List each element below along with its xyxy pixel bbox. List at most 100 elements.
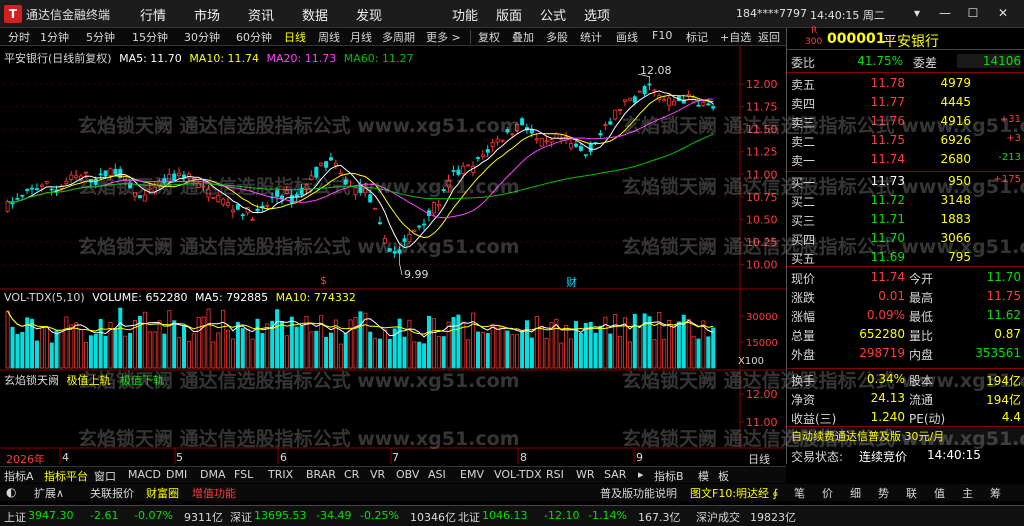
promo-banner[interactable]: 自动续费通达信普及版 30元/月: [787, 428, 1024, 445]
ask-price[interactable]: 11.75: [843, 133, 905, 147]
menu-shichang[interactable]: 市场: [194, 5, 220, 24]
tb-multi-stock[interactable]: 多股: [544, 29, 570, 45]
tb-f10[interactable]: F10: [650, 29, 674, 42]
tb-mark[interactable]: 标记: [684, 29, 710, 45]
tb-draw[interactable]: 画线: [614, 29, 640, 45]
dropdown-icon[interactable]: ▾: [908, 4, 926, 22]
tb-multi-period[interactable]: 多周期: [380, 29, 417, 45]
quote-panel-tab[interactable]: 价: [822, 485, 833, 501]
tb-15min[interactable]: 15分钟: [130, 29, 170, 45]
quote-panel-tab[interactable]: 筹: [990, 485, 1001, 501]
indicator-tab[interactable]: BRAR: [306, 468, 336, 481]
close-icon[interactable]: ✕: [994, 4, 1012, 22]
quote-panel-tab[interactable]: 细: [850, 485, 861, 501]
stock-header: R 300 000001 平安银行: [787, 26, 1024, 51]
subtab-expand[interactable]: 扩展∧: [34, 485, 64, 501]
tb-overlay[interactable]: 叠加: [510, 29, 536, 45]
menu-gongneng[interactable]: 功能: [452, 5, 478, 24]
indicator-tab[interactable]: 模: [698, 468, 709, 484]
quote-panel-tab[interactable]: 主: [962, 485, 973, 501]
tb-fuquan[interactable]: 复权: [476, 29, 502, 45]
notice-link[interactable]: 普及版功能说明: [600, 485, 677, 501]
bid-price[interactable]: 11.70: [843, 231, 905, 245]
quote-panel-tab[interactable]: 联: [906, 485, 917, 501]
indicator-tab[interactable]: 指标A: [4, 468, 34, 484]
tb-30min[interactable]: 30分钟: [182, 29, 222, 45]
index-name[interactable]: 北证: [458, 509, 480, 525]
indicator-tab[interactable]: 指标平台: [44, 468, 88, 484]
candle-body: [206, 188, 211, 198]
indicator-tab[interactable]: TRIX: [268, 468, 293, 481]
indicator-tab[interactable]: RSI: [546, 468, 564, 481]
tb-5min[interactable]: 5分钟: [84, 29, 117, 45]
ask-price[interactable]: 11.74: [843, 152, 905, 166]
indicator-tab[interactable]: VOL-TDX: [494, 468, 542, 481]
indicator-tab[interactable]: 窗口: [94, 468, 116, 484]
kline-chart-svg[interactable]: 12.00 11.75 11.50 11.25 11.00 10.75 10.50 10.25…: [0, 46, 786, 464]
tb-daily[interactable]: 日线: [282, 29, 308, 45]
indicator-tab[interactable]: ASI: [428, 468, 446, 481]
account-id[interactable]: 184****7797: [736, 7, 807, 20]
indicator-tab[interactable]: ▸: [638, 468, 644, 481]
stock-name[interactable]: 平安银行: [883, 31, 939, 51]
tb-1min[interactable]: 1分钟: [38, 29, 71, 45]
tb-60min[interactable]: 60分钟: [234, 29, 274, 45]
volume-bar: [608, 333, 613, 369]
minimize-icon[interactable]: —: [936, 4, 954, 22]
maximize-icon[interactable]: ☐: [964, 4, 982, 22]
candle-body: [549, 139, 554, 143]
quote-panel-tab[interactable]: 值: [934, 485, 945, 501]
tb-monthly[interactable]: 月线: [348, 29, 374, 45]
tb-weekly[interactable]: 周线: [316, 29, 342, 45]
tb-back[interactable]: 返回: [756, 29, 782, 45]
ask-price[interactable]: 11.76: [843, 114, 905, 128]
indicator-tab[interactable]: FSL: [234, 468, 253, 481]
indicator-tab[interactable]: DMI: [166, 468, 187, 481]
indicator-tab[interactable]: SAR: [604, 468, 626, 481]
subtab-value-added[interactable]: 增值功能: [192, 485, 236, 501]
menu-banmian[interactable]: 版面: [496, 5, 522, 24]
indicator-tab[interactable]: OBV: [396, 468, 419, 481]
menu-hangqing[interactable]: 行情: [140, 5, 166, 24]
kline-chart-area[interactable]: 12.00 11.75 11.50 11.25 11.00 10.75 10.50 10.25…: [0, 46, 786, 466]
menu-faxian[interactable]: 发现: [356, 5, 382, 24]
volume-bar: [265, 323, 270, 369]
subtab-wealth-circle[interactable]: 财富圈: [146, 485, 179, 501]
indicator-tab[interactable]: DMA: [200, 468, 226, 481]
tb-add-watch[interactable]: +自选: [718, 29, 753, 45]
index-name[interactable]: 上证: [4, 509, 26, 525]
indicator-tab[interactable]: EMV: [460, 468, 484, 481]
tb-stats[interactable]: 统计: [578, 29, 604, 45]
menu-zixun[interactable]: 资讯: [248, 5, 274, 24]
ask-price[interactable]: 11.77: [843, 95, 905, 109]
indicator-tab[interactable]: 指标B: [654, 468, 684, 484]
volume-bar: [382, 329, 387, 369]
indicator-tab[interactable]: CR: [344, 468, 359, 481]
quote-panel-tab[interactable]: 笔: [794, 485, 805, 501]
notice-link-2[interactable]: 图文F10:明达经 ∮: [690, 485, 778, 501]
index-name[interactable]: 深证: [230, 509, 252, 525]
subtab-related-quotes[interactable]: 关联报价: [90, 485, 134, 501]
collapse-icon[interactable]: ◐: [6, 485, 16, 499]
indicator-tab[interactable]: WR: [576, 468, 595, 481]
dividend-mark[interactable]: $: [320, 274, 327, 287]
tb-fenshi[interactable]: 分时: [6, 29, 32, 45]
tb-more[interactable]: 更多 >: [424, 29, 463, 45]
bid-price[interactable]: 11.73: [843, 174, 905, 188]
menu-xuanxiang[interactable]: 选项: [584, 5, 610, 24]
indicator-tab[interactable]: 板: [718, 468, 729, 484]
ask-volume-change: -213: [998, 152, 1021, 163]
indicator-tab[interactable]: MACD: [128, 468, 161, 481]
bid-price[interactable]: 11.69: [843, 250, 905, 264]
indicator-tab[interactable]: VR: [370, 468, 385, 481]
ask-price[interactable]: 11.78: [843, 76, 905, 90]
bid-price[interactable]: 11.71: [843, 212, 905, 226]
finance-mark[interactable]: 财: [566, 274, 577, 290]
stat-value: 298719: [859, 346, 905, 360]
bid-price[interactable]: 11.72: [843, 193, 905, 207]
quote-panel-tab[interactable]: 势: [878, 485, 889, 501]
stock-code[interactable]: 000001: [827, 31, 885, 47]
menu-shuju[interactable]: 数据: [302, 5, 328, 24]
period-label: 日线: [748, 453, 770, 466]
menu-gongshi[interactable]: 公式: [540, 5, 566, 24]
